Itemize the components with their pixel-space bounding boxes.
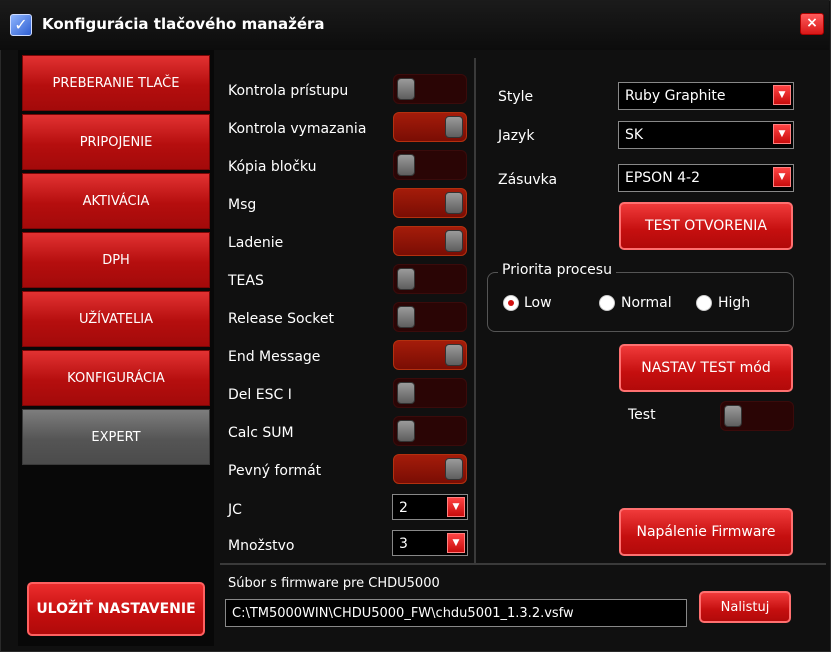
chevron-down-icon: ▼ [773,85,791,105]
firmware-divider [220,563,826,565]
toggle-knob [724,405,742,427]
toggle-calc-sum[interactable] [393,416,467,446]
toggle-teas[interactable] [393,264,467,294]
save-settings-label: ULOŽIŤ NASTAVENIE [36,601,196,617]
toggle-label-kopia-blocku: Kópia bločku [228,159,317,175]
nastav-test-mod-label: NASTAV TEST mód [641,360,771,376]
close-icon: × [806,15,818,31]
radio-priority-normal[interactable] [599,295,615,311]
window-title: Konfigurácia tlačového manažéra [42,15,325,33]
nalistuj-label: Nalistuj [720,599,770,615]
save-settings-button[interactable]: ULOŽIŤ NASTAVENIE [27,582,205,636]
sidebar-item-label: UŽÍVATELIA [78,311,154,327]
toggle-pevny-format[interactable] [393,454,467,484]
jc-label: JC [228,502,242,518]
toggle-knob [397,382,415,404]
toggle-knob [445,458,463,480]
chevron-down-icon: ▼ [447,533,465,553]
zasuvka-select[interactable]: EPSON 4-2 ▼ [618,164,794,192]
close-button[interactable]: × [800,13,824,35]
test-otvorenia-button[interactable]: TEST OTVORENIA [619,202,793,250]
column-divider [474,58,476,565]
sidebar-item-label: PREBERANIE TLAČE [52,75,180,91]
toggle-knob [397,154,415,176]
napalenie-firmware-button[interactable]: Napálenie Firmware [619,508,793,556]
toggle-release-socket[interactable] [393,302,467,332]
radio-label-normal: Normal [621,295,672,311]
toggle-label-calc-sum: Calc SUM [228,425,294,441]
sidebar-item-preberanie-tlace[interactable]: PREBERANIE TLAČE [22,55,210,111]
radio-priority-high[interactable] [696,295,712,311]
toggle-test[interactable] [720,401,794,431]
toggle-knob [445,344,463,366]
jazyk-value: SK [625,127,644,143]
toggle-ladenie[interactable] [393,226,467,256]
mnozstvo-label: Množstvo [228,538,295,554]
jazyk-label: Jazyk [498,128,535,144]
toggle-knob [445,192,463,214]
jc-select[interactable]: 2 ▼ [392,494,468,520]
sidebar-item-label: KONFIGURÁCIA [67,370,165,386]
style-value: Ruby Graphite [625,88,726,104]
chevron-down-icon: ▼ [773,124,791,144]
sidebar-item-expert[interactable]: EXPERT [22,409,210,465]
toggle-label-teas: TEAS [228,273,264,289]
toggle-knob [445,116,463,138]
radio-priority-low[interactable] [503,295,519,311]
toggle-label-end-message: End Message [228,349,321,365]
zasuvka-value: EPSON 4-2 [625,170,700,186]
toggle-label-release-socket: Release Socket [228,311,335,327]
sidebar-item-dph[interactable]: DPH [22,232,210,288]
toggle-kontrola-vymazania[interactable] [393,112,467,142]
test-label: Test [628,407,656,423]
toggle-label-ladenie: Ladenie [228,235,284,251]
toggle-knob [397,420,415,442]
toggle-kontrola-pristupu[interactable] [393,74,467,104]
style-label: Style [498,89,534,105]
toggle-label-kontrola-vymazania: Kontrola vymazania [228,121,367,137]
mnozstvo-select[interactable]: 3 ▼ [392,530,468,556]
toggle-knob [397,78,415,100]
toggle-msg[interactable] [393,188,467,218]
radio-label-high: High [718,295,751,311]
radio-label-low: Low [524,295,552,311]
toggle-label-pevny-format: Pevný formát [228,463,322,479]
toggle-label-del-esc-i: Del ESC I [228,387,292,403]
priority-legend: Priorita procesu [498,262,616,278]
firmware-file-label: Súbor s firmware pre CHDU5000 [228,576,440,591]
sidebar-item-label: EXPERT [91,429,141,445]
sidebar-item-aktivacia[interactable]: AKTIVÁCIA [22,173,210,229]
test-otvorenia-label: TEST OTVORENIA [645,218,767,234]
nastav-test-mod-button[interactable]: NASTAV TEST mód [619,344,793,392]
firmware-path-input[interactable] [225,599,687,627]
sidebar-item-konfiguracia[interactable]: KONFIGURÁCIA [22,350,210,406]
toggle-label-msg: Msg [228,197,257,213]
napalenie-firmware-label: Napálenie Firmware [636,524,776,540]
chevron-down-icon: ▼ [447,497,465,517]
toggle-knob [445,230,463,252]
toggle-del-esc-i[interactable] [393,378,467,408]
mnozstvo-value: 3 [399,536,408,552]
chevron-down-icon: ▼ [773,167,791,187]
sidebar-item-label: PRIPOJENIE [79,134,153,150]
toggle-kopia-blocku[interactable] [393,150,467,180]
sidebar-item-pripojenie[interactable]: PRIPOJENIE [22,114,210,170]
style-select[interactable]: Ruby Graphite ▼ [618,82,794,110]
sidebar-item-label: AKTIVÁCIA [82,193,150,209]
toggle-end-message[interactable] [393,340,467,370]
checkmark-app-icon: ✓ [10,14,32,36]
toggle-knob [397,306,415,328]
sidebar-item-uzivatelia[interactable]: UŽÍVATELIA [22,291,210,347]
sidebar-item-label: DPH [102,252,130,268]
zasuvka-label: Zásuvka [498,172,558,188]
toggle-label-kontrola-pristupu: Kontrola prístupu [228,83,349,99]
jazyk-select[interactable]: SK ▼ [618,121,794,149]
jc-value: 2 [399,500,408,516]
toggle-knob [397,268,415,290]
nalistuj-button[interactable]: Nalistuj [699,591,791,623]
